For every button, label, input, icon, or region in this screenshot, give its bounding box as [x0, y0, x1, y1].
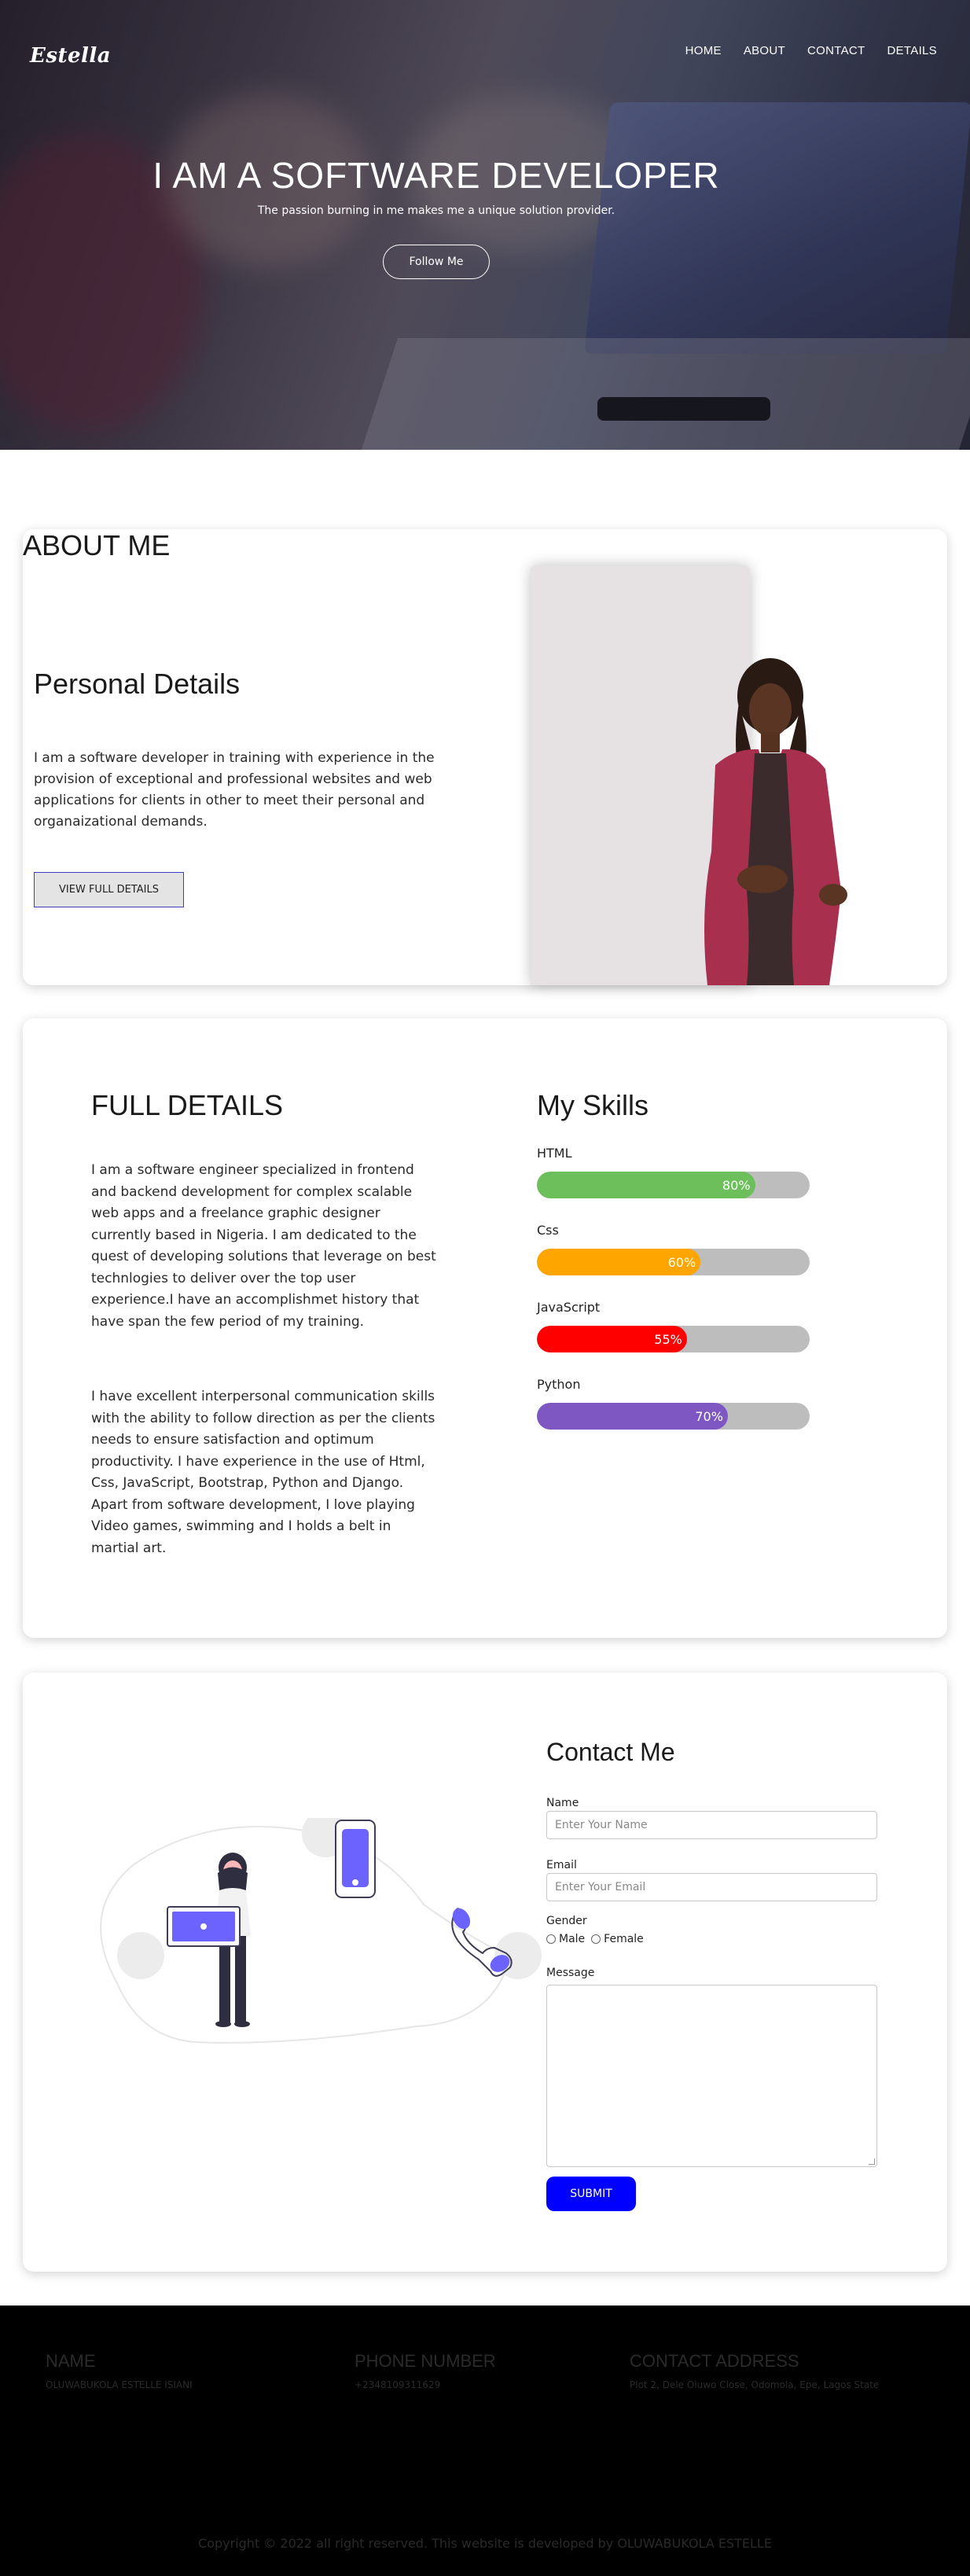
about-card: ABOUT ME Personal Details I am a softwar…: [23, 529, 947, 985]
footer-address-heading: CONTACT ADDRESS: [630, 2351, 799, 2371]
hero-subtitle: The passion burning in me makes me a uni…: [257, 204, 615, 217]
submit-button[interactable]: SUBMIT: [546, 2177, 636, 2211]
email-input[interactable]: Enter Your Email: [546, 1873, 877, 1901]
navbar: Estella HOME ABOUT CONTACT DETAILS: [0, 0, 970, 102]
name-label: Name: [546, 1797, 579, 1809]
full-details-paragraph: I am a software engineer specialized in …: [91, 1162, 436, 1330]
skill-css: Css 60%: [537, 1223, 810, 1275]
footer-address-column: CONTACT ADDRESS Plot 2, Dele Oluwo Close…: [630, 2351, 879, 2390]
skill-progress-bar: 60%: [537, 1249, 810, 1275]
full-details-title: FULL DETAILS: [91, 1089, 284, 1121]
footer: NAME OLUWABUKOLA ESTELLE ISIANI PHONE NU…: [0, 2306, 970, 2576]
nav-item-details[interactable]: DETAILS: [887, 44, 937, 57]
gender-male-radio[interactable]: [546, 1934, 556, 1944]
skill-percent: 70%: [695, 1409, 723, 1424]
footer-name-heading: NAME: [46, 2351, 96, 2371]
nav-item-home[interactable]: HOME: [685, 44, 722, 57]
nav-item-contact[interactable]: CONTACT: [807, 44, 865, 57]
skill-percent: 55%: [654, 1332, 682, 1347]
skill-html: HTML 80%: [537, 1146, 810, 1198]
follow-me-button[interactable]: Follow Me: [383, 245, 490, 279]
hero-title: I AM A SOFTWARE DEVELOPER: [152, 155, 720, 196]
contact-illustration: [100, 1818, 542, 2044]
gender-male-label: Male: [559, 1933, 586, 1945]
personal-details-title: Personal Details: [34, 668, 241, 700]
footer-phone-value: +2348109311629: [355, 2379, 441, 2390]
nav-item-about[interactable]: ABOUT: [744, 44, 785, 57]
skill-progress-bar: 70%: [537, 1403, 810, 1430]
full-details-paragraph: I have excellent interpersonal communica…: [91, 1389, 435, 1556]
skill-javascript: JavaScript 55%: [537, 1300, 810, 1352]
full-details-card: FULL DETAILS I am a software engineer sp…: [23, 1018, 947, 1638]
footer-address-value: Plot 2, Dele Oluwo Close, Odomola, Epe, …: [630, 2379, 880, 2390]
skill-name: JavaScript: [537, 1300, 601, 1315]
email-label: Email: [546, 1859, 577, 1871]
about-title: ABOUT ME: [23, 529, 171, 561]
view-full-details-button[interactable]: VIEW FULL DETAILS: [34, 872, 184, 907]
skill-progress-bar: 80%: [537, 1172, 810, 1198]
gender-label: Gender: [546, 1915, 587, 1927]
nav-menu: HOME ABOUT CONTACT DETAILS: [685, 44, 937, 57]
skill-progress-fill: 70%: [537, 1403, 728, 1430]
skill-name: Css: [537, 1223, 559, 1238]
name-input[interactable]: Enter Your Name: [546, 1811, 877, 1839]
skill-progress-bar: 55%: [537, 1326, 810, 1352]
skill-percent: 60%: [667, 1255, 696, 1270]
gender-female-radio[interactable]: [591, 1934, 601, 1944]
skill-name: Python: [537, 1377, 581, 1392]
gender-female-label: Female: [604, 1933, 644, 1945]
hero-section: Estella HOME ABOUT CONTACT DETAILS I AM …: [0, 0, 970, 450]
skill-progress-fill: 80%: [537, 1172, 755, 1198]
message-textarea[interactable]: [546, 1985, 877, 2167]
skill-python: Python 70%: [537, 1377, 810, 1430]
footer-name-value: OLUWABUKOLA ESTELLE ISIANI: [46, 2379, 193, 2390]
gender-radio-group: Male Female: [546, 1933, 644, 1945]
footer-phone-column: PHONE NUMBER +2348109311629: [355, 2351, 496, 2390]
skill-progress-fill: 55%: [537, 1326, 687, 1352]
contact-title: Contact Me: [546, 1738, 675, 1766]
resize-handle-icon[interactable]: [869, 2158, 875, 2165]
skill-progress-fill: 60%: [537, 1249, 701, 1275]
contact-card: Contact Me Name Enter Your Name Email En…: [23, 1673, 947, 2272]
skills-title: My Skills: [537, 1089, 649, 1121]
footer-name-column: NAME OLUWABUKOLA ESTELLE ISIANI: [46, 2351, 193, 2390]
copyright-text: Copyright © 2022 all right reserved. Thi…: [198, 2536, 772, 2551]
logo[interactable]: Estella: [30, 44, 111, 68]
profile-photo: [704, 658, 847, 985]
footer-phone-heading: PHONE NUMBER: [355, 2351, 496, 2371]
personal-details-text: I am a software developer in training wi…: [34, 750, 435, 830]
skill-percent: 80%: [722, 1178, 751, 1193]
skill-name: HTML: [537, 1146, 572, 1161]
message-label: Message: [546, 1967, 595, 1979]
